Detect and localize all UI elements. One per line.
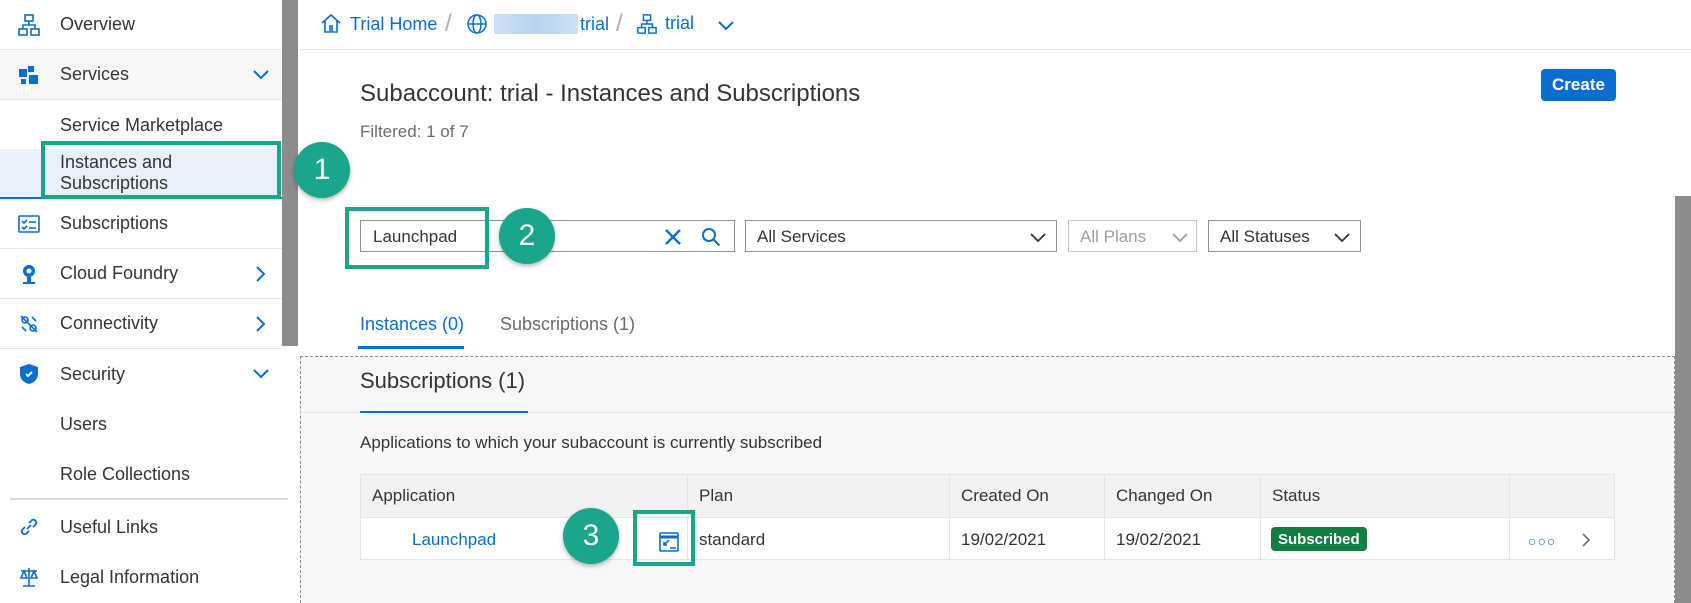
application-link[interactable]: Launchpad [412, 530, 496, 550]
statuses-select-value: All Statuses [1220, 227, 1310, 246]
sidebar-item-label: Security [60, 363, 126, 384]
overview-icon [18, 14, 40, 36]
sidebar-item-label: Services [60, 64, 130, 84]
cloud-foundry-icon [23, 265, 35, 284]
sidebar-item-label: Role Collections [60, 463, 191, 484]
table-header: Application Plan Created On Changed On S… [361, 475, 1614, 518]
subscriptions-table: Application Plan Created On Changed On S… [360, 474, 1615, 560]
column-header-created-on[interactable]: Created On [961, 486, 1049, 506]
redacted-account-name [494, 14, 578, 34]
sidebar-item-label: Legal Information [60, 566, 200, 587]
sidebar-item-security[interactable]: Security [0, 349, 282, 399]
chevron-down-icon[interactable] [252, 365, 270, 383]
plans-select[interactable]: All Plans [1068, 220, 1197, 252]
column-divider [1509, 475, 1510, 559]
clear-icon[interactable] [663, 227, 683, 247]
column-divider [1104, 475, 1105, 559]
callout-highlight-3 [633, 510, 695, 566]
breadcrumb-global-account[interactable]: trial [466, 13, 609, 35]
tab-instances[interactable]: Instances (0) [360, 314, 464, 335]
sidebar-item-label: Service Marketplace [60, 114, 224, 135]
subscriptions-title: Subscriptions (1) [360, 368, 526, 393]
created-on-value: 19/02/2021 [961, 530, 1047, 549]
sidebar-item-label: Useful Links [60, 516, 159, 537]
callout-highlight-2 [345, 207, 489, 269]
sidebar-item-label: Connectivity [60, 313, 159, 333]
services-icon [19, 66, 38, 84]
changed-on-value: 19/02/2021 [1116, 530, 1202, 549]
chevron-down-icon[interactable] [252, 66, 270, 84]
statuses-select[interactable]: All Statuses [1208, 220, 1361, 252]
chevron-down-icon[interactable] [717, 17, 735, 35]
sidebar-item-overview[interactable]: Overview [0, 0, 282, 50]
shield-icon [20, 364, 38, 384]
column-header-plan[interactable]: Plan [699, 486, 733, 506]
sidebar-item-services[interactable]: Services [0, 50, 282, 100]
subscriptions-description: Applications to which your subaccount is… [360, 433, 823, 452]
sidebar-item-label: Cloud Foundry [60, 263, 179, 283]
sidebar-item-useful-links[interactable]: Useful Links [0, 502, 282, 552]
sidebar-item-users[interactable]: Users [0, 399, 282, 449]
breadcrumb: Trial Home / trial / trial [300, 0, 1691, 50]
chevron-down-icon [1172, 233, 1188, 243]
column-header-changed-on[interactable]: Changed On [1116, 486, 1212, 506]
callout-badge-3: 3 [563, 508, 619, 564]
chevron-down-icon [1030, 233, 1046, 243]
globe-icon [467, 14, 487, 34]
home-icon [321, 13, 341, 33]
sidebar-item-subscriptions[interactable]: Subscriptions [0, 199, 282, 249]
services-select-value: All Services [757, 227, 846, 246]
plan-value: standard [699, 530, 766, 549]
sidebar-item-connectivity[interactable]: Connectivity [0, 299, 282, 349]
breadcrumb-separator: / [445, 10, 452, 37]
page-title: Subaccount: trial - Instances and Subscr… [360, 80, 861, 107]
chevron-right-icon[interactable] [1579, 533, 1593, 547]
sidebar-item-role-collections[interactable]: Role Collections [0, 449, 282, 499]
breadcrumb-home[interactable]: Trial Home [320, 13, 437, 35]
chevron-down-icon [1334, 233, 1350, 243]
link-icon [20, 518, 38, 536]
column-divider [1260, 475, 1261, 559]
connectivity-icon [20, 315, 38, 333]
breadcrumb-separator: / [616, 10, 623, 37]
chevron-right-icon[interactable] [252, 265, 270, 283]
active-tab-indicator [358, 346, 464, 349]
column-divider [949, 475, 950, 559]
content-scrollbar[interactable] [1675, 196, 1691, 603]
services-select[interactable]: All Services [745, 220, 1057, 252]
overview-icon [637, 13, 657, 34]
search-icon[interactable] [701, 227, 721, 247]
legal-icon [19, 568, 39, 587]
breadcrumb-subaccount-label: trial [665, 13, 695, 33]
sidebar-item-label: Overview [60, 14, 136, 34]
breadcrumb-home-label: Trial Home [350, 13, 438, 34]
chevron-right-icon[interactable] [252, 315, 270, 333]
breadcrumb-subaccount[interactable]: trial [637, 13, 694, 34]
callout-badge-2: 2 [499, 208, 555, 264]
status-badge: Subscribed [1271, 527, 1367, 551]
sidebar: Overview Services Service Marketplace In… [0, 0, 288, 603]
column-header-status[interactable]: Status [1272, 486, 1320, 506]
sidebar-item-label: Users [60, 413, 108, 434]
more-actions-icon[interactable]: ○○○ [1528, 533, 1556, 549]
breadcrumb-global-account-label: trial [580, 13, 610, 34]
create-button[interactable]: Create [1541, 69, 1616, 101]
subscriptions-title-underline [360, 411, 528, 413]
plans-select-value: All Plans [1080, 227, 1147, 246]
column-header-application[interactable]: Application [372, 486, 455, 506]
sidebar-item-legal-information[interactable]: Legal Information [0, 552, 282, 602]
filtered-count: Filtered: 1 of 7 [360, 122, 469, 141]
sidebar-divider [10, 498, 288, 500]
callout-badge-1: 1 [294, 142, 350, 198]
tab-subscriptions[interactable]: Subscriptions (1) [500, 314, 635, 335]
sidebar-item-label: Subscriptions [60, 213, 169, 233]
callout-highlight-1 [41, 141, 281, 199]
subscriptions-icon [18, 215, 40, 233]
sidebar-item-cloud-foundry[interactable]: Cloud Foundry [0, 249, 282, 299]
